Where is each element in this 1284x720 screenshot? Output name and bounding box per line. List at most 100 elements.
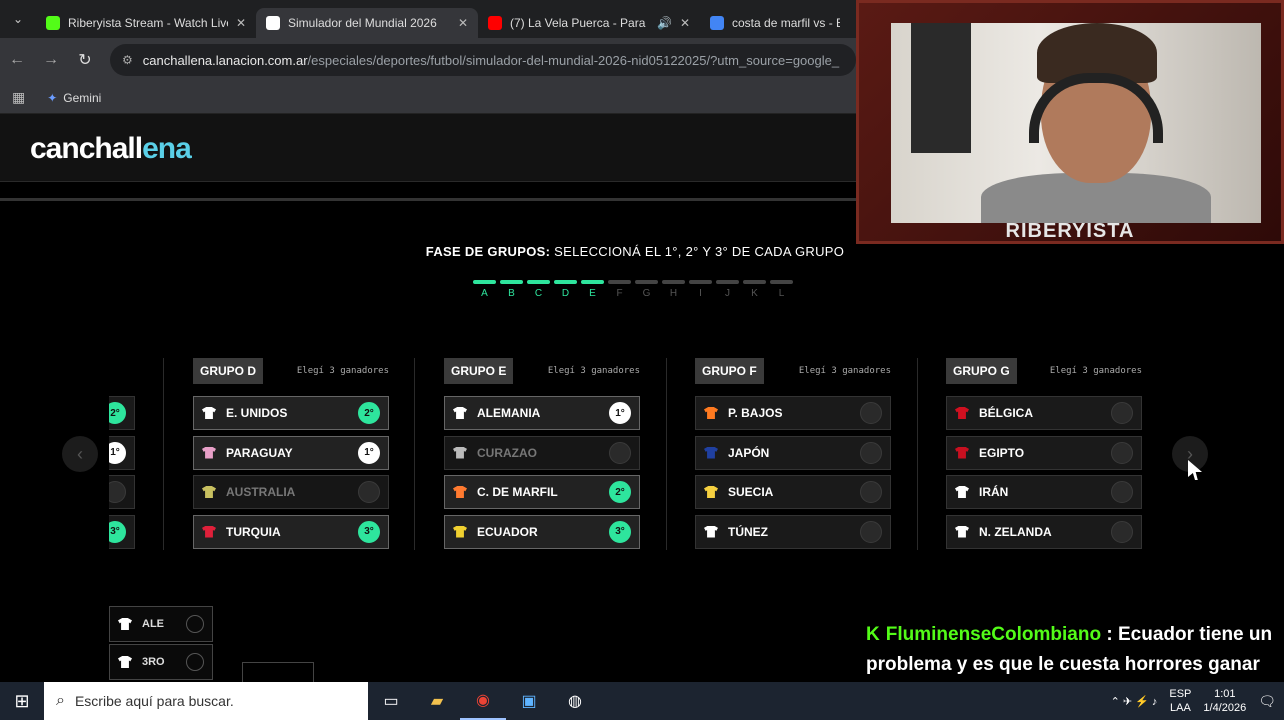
position-marker[interactable] <box>186 653 204 671</box>
team-row[interactable]: ALEMANIA 1° <box>444 396 640 430</box>
team-row[interactable]: IRÁN <box>946 475 1142 509</box>
team-row[interactable] <box>109 475 135 509</box>
team-row[interactable]: C. DE MARFIL 2° <box>444 475 640 509</box>
progress-step-g[interactable]: G <box>635 280 658 299</box>
forward-arrow-icon[interactable]: → <box>34 51 68 69</box>
phase-title-rest: SELECCIONÁ EL 1°, 2° Y 3° DE CADA GRUPO <box>550 244 845 259</box>
url-field[interactable]: ⚙ canchallena.lanacion.com.ar/especiales… <box>110 44 856 76</box>
progress-letter: B <box>508 288 515 299</box>
team-row[interactable]: TÚNEZ <box>695 514 891 549</box>
team-row[interactable]: ECUADOR 3° <box>444 514 640 549</box>
position-marker[interactable] <box>860 402 882 424</box>
progress-step-d[interactable]: D <box>554 280 577 299</box>
bookmark-gemini[interactable]: Gemini <box>63 91 101 105</box>
team-row[interactable]: TURQUIA 3° <box>193 514 389 549</box>
team-row[interactable]: SUECIA <box>695 475 891 509</box>
progress-step-a[interactable]: A <box>473 280 496 299</box>
team-row[interactable]: PARAGUAY 1° <box>193 435 389 470</box>
clock[interactable]: 1:01 1/4/2026 <box>1203 687 1246 715</box>
team-name: C. DE MARFIL <box>477 485 558 499</box>
app-window-icon[interactable]: ▣ <box>506 682 552 720</box>
team-row[interactable]: E. UNIDOS 2° <box>193 396 389 430</box>
progress-step-j[interactable]: J <box>716 280 739 299</box>
bracket-card[interactable]: ALE <box>109 606 213 642</box>
close-tab-icon[interactable]: ✕ <box>458 16 468 30</box>
position-marker[interactable]: 2° <box>358 402 380 424</box>
back-arrow-icon[interactable]: ← <box>0 51 34 69</box>
team-name: N. ZELANDA <box>979 524 1052 539</box>
position-marker[interactable]: 2° <box>609 481 631 503</box>
tab-1[interactable]: Simulador del Mundial 2026 ✕ <box>256 8 478 38</box>
position-marker[interactable] <box>860 441 882 464</box>
close-tab-icon[interactable]: ✕ <box>680 16 690 30</box>
shirt-icon <box>453 407 467 419</box>
team-name: TURQUIA <box>226 524 281 539</box>
position-marker[interactable] <box>1111 402 1133 424</box>
team-row[interactable]: N. ZELANDA <box>946 514 1142 549</box>
group-subtitle: Elegí 3 ganadores <box>1049 366 1142 376</box>
team-row[interactable]: JAPÓN <box>695 435 891 470</box>
tab-3[interactable]: costa de marfil vs - Bus <box>700 8 850 38</box>
canchallena-logo[interactable]: canchallena <box>30 132 192 166</box>
position-marker[interactable] <box>1111 441 1133 464</box>
position-marker[interactable]: 3° <box>358 520 380 543</box>
group-c-partial: dores2°1°3° <box>109 358 135 554</box>
progress-step-i[interactable]: I <box>689 280 712 299</box>
progress-letter: J <box>725 288 730 299</box>
group-title: GRUPO E <box>444 358 514 384</box>
chat-separator: : <box>1101 624 1118 645</box>
windows-start-icon[interactable]: ⊞ <box>0 691 44 712</box>
position-marker[interactable]: 1° <box>358 441 380 464</box>
progress-step-b[interactable]: B <box>500 280 523 299</box>
tray-icons[interactable]: ⌃ ✈ ⚡ ♪ <box>1111 695 1158 708</box>
progress-step-l[interactable]: L <box>770 280 793 299</box>
speaker-icon[interactable]: 🔊 <box>657 16 672 30</box>
apps-grid-icon[interactable]: ▦ <box>12 89 25 106</box>
notifications-icon[interactable]: 🗨 <box>1258 693 1276 710</box>
position-marker[interactable] <box>358 481 380 503</box>
team-row[interactable]: AUSTRALIA <box>193 475 389 509</box>
position-marker[interactable] <box>1111 520 1133 543</box>
team-row[interactable]: EGIPTO <box>946 435 1142 470</box>
language-indicator[interactable]: ESP LAA <box>1169 687 1191 715</box>
team-row[interactable]: 3° <box>109 514 135 549</box>
progress-step-c[interactable]: C <box>527 280 550 299</box>
team-row[interactable]: 1° <box>109 435 135 470</box>
progress-step-h[interactable]: H <box>662 280 685 299</box>
position-marker[interactable] <box>1111 481 1133 503</box>
tab-search-chevron-icon[interactable]: ⌄ <box>0 0 36 38</box>
site-settings-icon[interactable]: ⚙ <box>122 53 133 67</box>
team-row[interactable]: BÉLGICA <box>946 396 1142 430</box>
team-name: E. UNIDOS <box>226 406 288 420</box>
position-marker[interactable] <box>186 615 204 633</box>
group-f: GRUPO F Elegí 3 ganadores P. BAJOS JAPÓN … <box>695 358 891 554</box>
position-marker[interactable] <box>609 441 631 464</box>
position-marker[interactable] <box>860 520 882 543</box>
team-row[interactable]: CURAZAO <box>444 435 640 470</box>
group-progress: A B C D E F G H I J K L <box>473 280 793 299</box>
chrome-icon[interactable]: ◉ <box>460 682 506 720</box>
obs-icon[interactable]: ◍ <box>552 682 598 720</box>
team-name: AUSTRALIA <box>226 485 296 499</box>
position-marker[interactable] <box>860 481 882 503</box>
tab-2[interactable]: (7) La Vela Puerca - Para No 🔊 ✕ <box>478 8 700 38</box>
file-explorer-icon[interactable]: ▰ <box>414 682 460 720</box>
canchallena-icon <box>266 16 280 30</box>
team-row[interactable]: 2° <box>109 396 135 430</box>
task-view-icon[interactable]: ▭ <box>368 682 414 720</box>
reload-icon[interactable]: ↻ <box>68 50 102 70</box>
progress-step-k[interactable]: K <box>743 280 766 299</box>
taskbar-search[interactable]: ⌕ Escribe aquí para buscar. <box>44 682 368 720</box>
group-d: GRUPO D Elegí 3 ganadores E. UNIDOS 2° PA… <box>193 358 389 554</box>
tab-title: (7) La Vela Puerca - Para No <box>510 16 649 30</box>
tab-0[interactable]: Riberyista Stream - Watch Live o ✕ <box>36 8 256 38</box>
position-marker[interactable]: 1° <box>609 402 631 424</box>
close-tab-icon[interactable]: ✕ <box>236 16 246 30</box>
team-row[interactable]: P. BAJOS <box>695 396 891 430</box>
bracket-card[interactable]: 3RO <box>109 644 213 680</box>
progress-step-e[interactable]: E <box>581 280 604 299</box>
progress-step-f[interactable]: F <box>608 280 631 299</box>
group-subtitle: Elegí 3 ganadores <box>547 366 640 376</box>
prev-arrow-button[interactable]: ‹ <box>62 436 98 472</box>
position-marker[interactable]: 3° <box>609 520 631 543</box>
